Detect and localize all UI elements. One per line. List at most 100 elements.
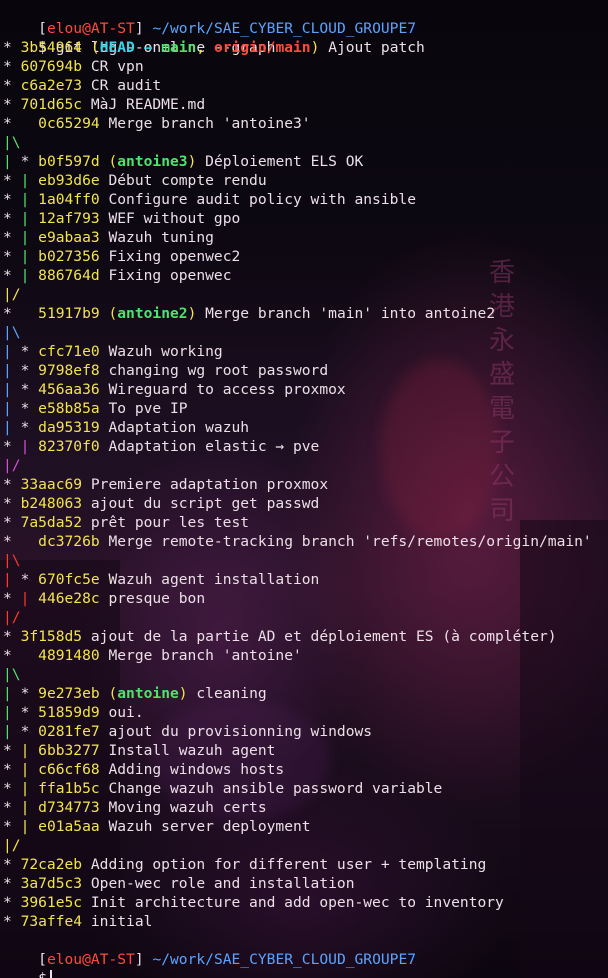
commit-hash: 3961e5c [20,894,83,911]
commit-line[interactable]: * | e01a5aa Wazuh server deployment [3,817,311,836]
commit-line[interactable]: * 7a5da52 prêt pour les test [3,513,249,532]
commit-line[interactable]: * 3a7d5c3 Open-wec role and installation [3,874,354,893]
graph-branch-line: | [20,248,39,265]
graph-connector-line: |/ [3,456,21,475]
commit-line[interactable]: * 72ca2eb Adding option for different us… [3,855,486,874]
commit-line[interactable]: * 3b54964 (HEAD → main, origin/main) Ajo… [3,38,425,57]
commit-hash: d734773 [38,799,100,816]
graph-branch-line: | [3,723,21,740]
commit-line[interactable]: | * 9798ef8 changing wg root password [3,361,328,380]
graph-commit-marker: * [20,153,39,170]
graph-commit-marker: * [20,685,39,702]
graph-commit-marker: * [3,210,21,227]
commit-hash: e9abaa3 [38,229,100,246]
commit-line[interactable]: * 0c65294 Merge branch 'antoine3' [3,114,311,133]
graph-commit-marker: * [3,96,21,113]
graph-commit-marker: * [3,58,21,75]
graph-commit-marker: * [3,191,21,208]
commit-line[interactable]: * | 1a04ff0 Configure audit policy with … [3,190,416,209]
graph-branch-line: | [20,742,39,759]
graph-branch-line: | [3,419,21,436]
commit-line[interactable]: * 701d65c MàJ README.md [3,95,205,114]
text-cursor[interactable] [49,970,52,978]
commit-hash: 886764d [38,267,100,284]
commit-line[interactable]: * b248063 ajout du script get passwd [3,494,319,513]
graph-commit-marker: * [3,77,21,94]
commit-hash: b248063 [20,495,83,512]
commit-hash: 4891480 [38,647,100,664]
commit-hash: da95319 [38,419,100,436]
commit-line[interactable]: | * 456aa36 Wireguard to access proxmox [3,380,346,399]
commit-hash: 12af793 [38,210,100,227]
graph-commit-marker: * [20,723,39,740]
graph-commit-marker: * [20,400,39,417]
commit-line[interactable]: | * e58b85a To pve IP [3,399,188,418]
graph-commit-marker: * [3,115,39,132]
commit-line[interactable]: * 4891480 Merge branch 'antoine' [3,646,302,665]
commit-message: Install wazuh agent [108,742,276,759]
graph-commit-marker: * [3,305,39,322]
commit-line[interactable]: | * cfc71e0 Wazuh working [3,342,223,361]
commit-message: ajout du script get passwd [90,495,320,512]
commit-line[interactable]: | * da95319 Adaptation wazuh [3,418,249,437]
commit-message: cleaning [196,685,267,702]
commit-line[interactable]: * | 12af793 WEF without gpo [3,209,240,228]
commit-line[interactable]: * 33aac69 Premiere adaptation proxmox [3,475,328,494]
commit-line[interactable]: * | eb93d6e Début compte rendu [3,171,267,190]
graph-branch-line: | [20,590,39,607]
commit-line[interactable]: * | e9abaa3 Wazuh tuning [3,228,214,247]
commit-message: Wazuh agent installation [108,571,320,588]
commit-line[interactable]: * dc3726b Merge remote-tracking branch '… [3,532,592,551]
commit-line[interactable]: * 51917b9 (antoine2) Merge branch 'main'… [3,304,495,323]
background-sign-char: 司 [488,496,515,526]
commit-hash: b0f597d [38,153,100,170]
graph-branch-line: |/ [3,457,21,474]
commit-line[interactable]: * | c66cf68 Adding windows hosts [3,760,284,779]
commit-line[interactable]: * | 6bb3277 Install wazuh agent [3,741,275,760]
commit-line[interactable]: * 73affe4 initial [3,912,152,931]
commit-message: Début compte rendu [108,172,267,189]
graph-commit-marker: * [3,628,21,645]
commit-message: Moving wazuh certs [108,799,267,816]
commit-line[interactable]: | * 51859d9 oui. [3,703,144,722]
commit-message: Wazuh tuning [108,229,214,246]
commit-hash: cfc71e0 [38,343,100,360]
commit-line[interactable]: * 3f158d5 ajout de la partie AD et déplo… [3,627,557,646]
ref-branch-antoine3: antoine3 [117,153,188,170]
graph-branch-line: |\ [3,552,21,569]
commit-hash: 3f158d5 [20,628,83,645]
commit-line[interactable]: * | d734773 Moving wazuh certs [3,798,267,817]
commit-message: Open-wec role and installation [90,875,355,892]
ref-branch-antoine2: antoine2 [117,305,188,322]
commit-line[interactable]: * | 82370f0 Adaptation elastic → pve [3,437,319,456]
graph-commit-marker: * [3,438,21,455]
terminal-window[interactable]: 香港永盛電子公司 [elou@AT-ST] ~/work/SAE_CYBER_C… [0,0,608,978]
commit-message: Premiere adaptation proxmox [90,476,329,493]
command-input-line[interactable]: $ [3,950,52,978]
commit-line[interactable]: | * 9e273eb (antoine) cleaning [3,684,267,703]
commit-message: Init architecture and add open-wec to in… [90,894,504,911]
commit-hash: 51917b9 [38,305,100,322]
commit-line[interactable]: * | b027356 Fixing openwec2 [3,247,240,266]
commit-message: Merge remote-tracking branch 'refs/remot… [108,533,592,550]
commit-line[interactable]: * | ffa1b5c Change wazuh ansible passwor… [3,779,442,798]
commit-line[interactable]: * 3961e5c Init architecture and add open… [3,893,504,912]
ref-paren-close: ) [178,685,188,702]
commit-line[interactable]: * 607694b CR vpn [3,57,144,76]
commit-line[interactable]: * | 446e28c presque bon [3,589,205,608]
graph-connector-line: |\ [3,133,21,152]
commit-line[interactable]: | * 670fc5e Wazuh agent installation [3,570,319,589]
background-neon-glow [380,360,500,540]
commit-line[interactable]: * c6a2e73 CR audit [3,76,161,95]
graph-commit-marker: * [20,419,39,436]
graph-commit-marker: * [20,343,39,360]
commit-message: Adaptation elastic → pve [108,438,320,455]
graph-branch-line: | [20,267,39,284]
background-sign-char: 電 [488,394,515,424]
graph-branch-line: | [20,210,39,227]
commit-line[interactable]: | * 0281fe7 ajout du provisionning windo… [3,722,372,741]
commit-line[interactable]: * | 886764d Fixing openwec [3,266,231,285]
commit-message: Wireguard to access proxmox [108,381,346,398]
graph-commit-marker: * [3,495,21,512]
commit-line[interactable]: | * b0f597d (antoine3) Déploiement ELS O… [3,152,363,171]
